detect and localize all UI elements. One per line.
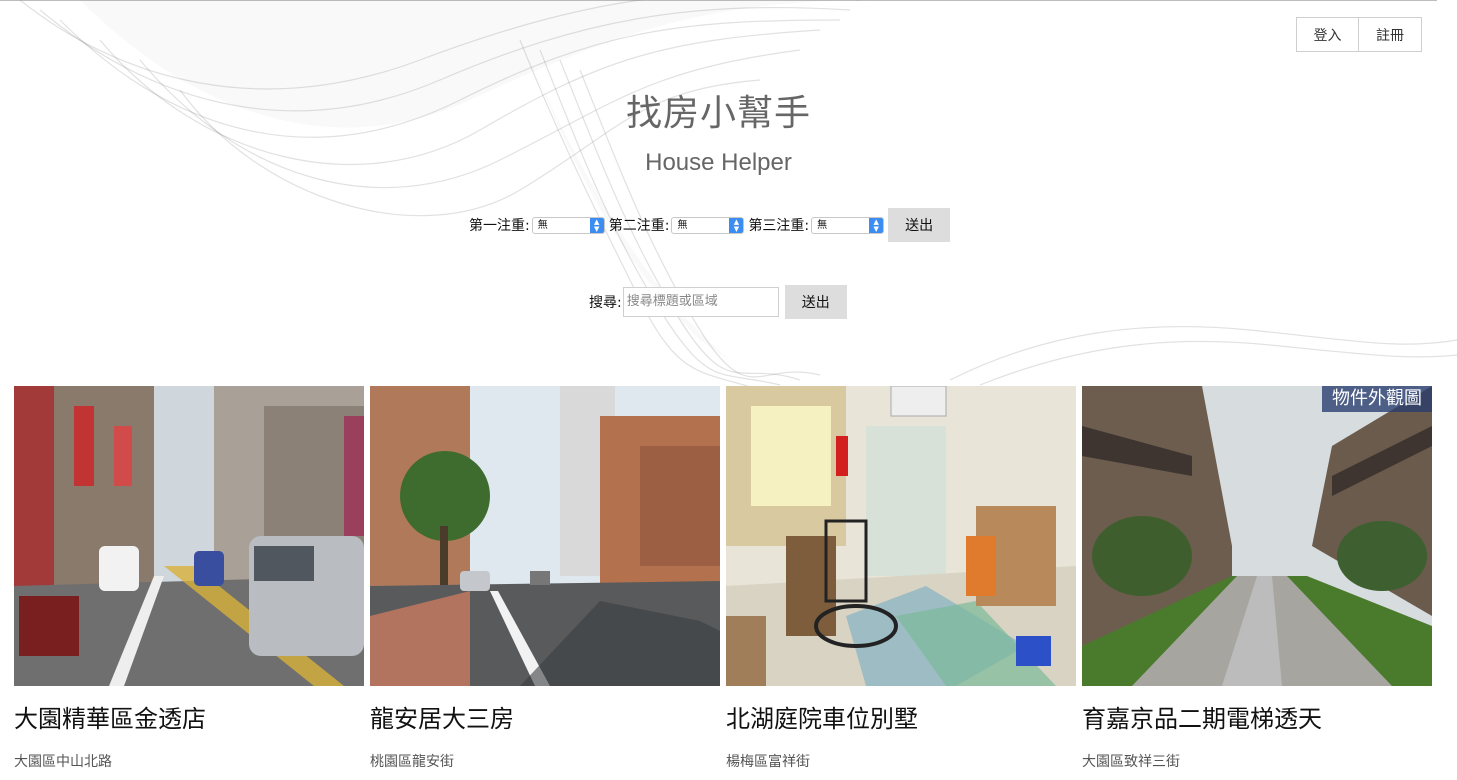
top-border (0, 0, 1437, 1)
search-label: 搜尋: (589, 295, 622, 311)
page-title: 找房小幫手 (625, 93, 811, 134)
search-input[interactable]: 搜尋標題或區域 (622, 287, 779, 317)
second-priority-select[interactable]: 無 ▲ ▼ (671, 216, 745, 234)
register-button[interactable]: 註冊 (1359, 17, 1422, 52)
first-priority-value: 無 (537, 219, 548, 231)
page-subtitle: House Helper (645, 149, 792, 176)
listing-photo[interactable]: 物件外觀圖 (1082, 386, 1432, 686)
listing-address: 楊梅區富祥街 (726, 754, 810, 770)
auth-buttons: 登入 註冊 (1296, 17, 1422, 52)
listing-card[interactable]: 北湖庭院車位別墅 楊梅區富祥街 (726, 386, 1076, 771)
listing-card[interactable]: 大園精華區金透店 大園區中山北路 (14, 386, 364, 771)
search-submit-button[interactable]: 送出 (784, 285, 847, 319)
listing-title[interactable]: 育嘉京品二期電梯透天 (1082, 699, 1432, 734)
listing-title[interactable]: 大園精華區金透店 (14, 699, 364, 734)
listing-title[interactable]: 龍安居大三房 (370, 699, 720, 734)
listing-title[interactable]: 北湖庭院車位別墅 (726, 699, 1076, 734)
page: 登入 註冊 找房小幫手 House Helper 第一注重: 無 ▲ ▼ 第二注重… (0, 0, 1457, 780)
select-arrows-icon: ▲ ▼ (729, 217, 744, 233)
listing-address: 大園區中山北路 (14, 754, 112, 770)
listing-address: 大園區致祥三街 (1082, 754, 1180, 770)
second-priority-value: 無 (677, 219, 688, 231)
preference-form: 第一注重: 無 ▲ ▼ 第二注重: 無 ▲ ▼ 第三注重: 無 ▲ ▼ 送出 (469, 208, 951, 242)
third-priority-value: 無 (817, 219, 828, 231)
first-priority-select[interactable]: 無 ▲ ▼ (531, 216, 605, 234)
search-form: 搜尋: 搜尋標題或區域 送出 (589, 285, 847, 319)
listing-address: 桃園區龍安街 (370, 754, 454, 770)
listing-photo[interactable] (726, 386, 1076, 686)
login-button[interactable]: 登入 (1296, 17, 1359, 52)
third-priority-label: 第三注重: (748, 218, 810, 234)
select-arrows-icon: ▲ ▼ (869, 217, 884, 233)
preference-submit-button[interactable]: 送出 (888, 208, 951, 242)
smoke-background (19, 0, 1457, 391)
select-arrows-icon: ▲ ▼ (589, 217, 604, 233)
listing-card[interactable]: 物件外觀圖 育嘉京品二期電梯透天 大園區致祥三街 (1082, 386, 1432, 771)
first-priority-label: 第一注重: (469, 218, 530, 234)
listing-photo[interactable] (370, 386, 720, 686)
listing-grid: 大園精華區金透店 大園區中山北路 龍安居大三房 桃園區龍安街 北湖庭院車位別墅 … (14, 386, 1438, 771)
second-priority-label: 第二注重: (608, 218, 670, 234)
photo-badge: 物件外觀圖 (1322, 386, 1432, 412)
third-priority-select[interactable]: 無 ▲ ▼ (811, 216, 885, 234)
listing-card[interactable]: 龍安居大三房 桃園區龍安街 (370, 386, 720, 771)
listing-photo[interactable] (14, 386, 364, 686)
